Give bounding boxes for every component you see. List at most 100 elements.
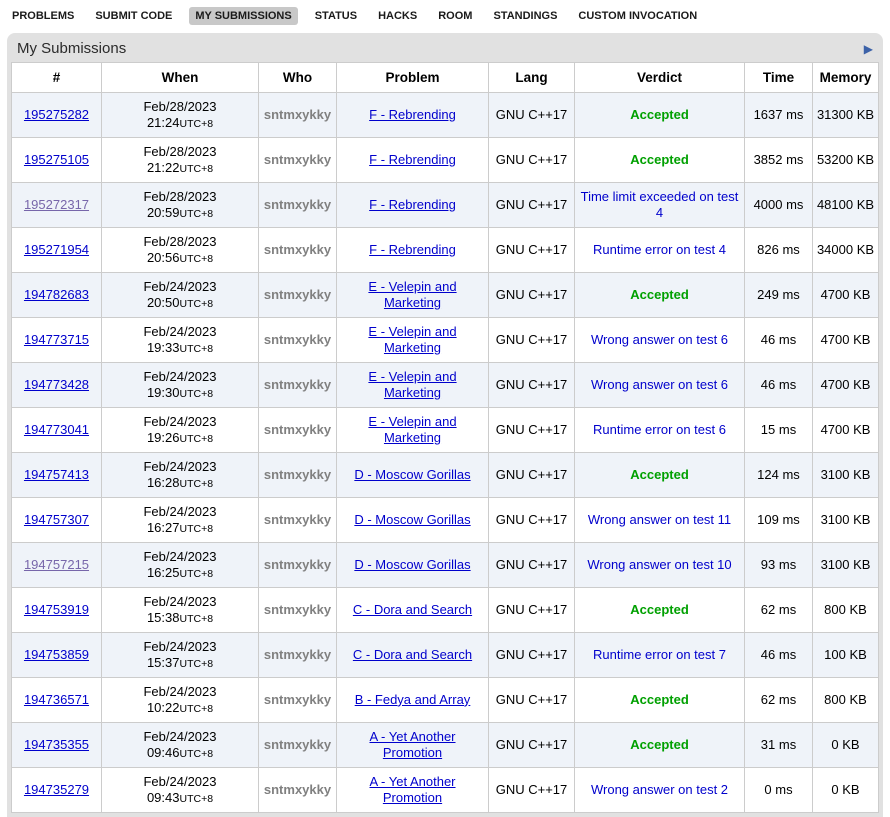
user-link[interactable]: sntmxykky <box>264 332 331 347</box>
timezone-label: UTC+8 <box>179 613 213 625</box>
cell-verdict: Wrong answer on test 6 <box>575 318 745 363</box>
cell-who: sntmxykky <box>259 138 337 183</box>
user-link[interactable]: sntmxykky <box>264 602 331 617</box>
submission-time: 10:22UTC+8 <box>105 700 255 717</box>
submission-id-link[interactable]: 195275282 <box>24 107 89 122</box>
submission-id-link[interactable]: 194735279 <box>24 782 89 797</box>
user-link[interactable]: sntmxykky <box>264 152 331 167</box>
nav-item-my-submissions[interactable]: MY SUBMISSIONS <box>189 7 297 25</box>
submission-id-link[interactable]: 194757307 <box>24 512 89 527</box>
time-value: 21:22 <box>147 160 180 175</box>
user-link[interactable]: sntmxykky <box>264 377 331 392</box>
timezone-label: UTC+8 <box>179 163 213 175</box>
submission-id-link[interactable]: 194757215 <box>24 557 89 572</box>
problem-link[interactable]: E - Velepin and Marketing <box>368 324 456 356</box>
problem-link[interactable]: F - Rebrending <box>369 152 456 167</box>
section-title: My Submissions <box>17 40 126 57</box>
submission-id-link[interactable]: 194773041 <box>24 422 89 437</box>
cell-verdict: Runtime error on test 4 <box>575 228 745 273</box>
cell-when: Feb/24/202316:28UTC+8 <box>102 453 259 498</box>
cell-time: 31 ms <box>745 723 813 768</box>
submission-id-link[interactable]: 194753859 <box>24 647 89 662</box>
user-link[interactable]: sntmxykky <box>264 647 331 662</box>
submission-row: 194757307 Feb/24/202316:27UTC+8 sntmxykky D… <box>12 498 879 543</box>
submission-id-link[interactable]: 195271954 <box>24 242 89 257</box>
cell-memory: 800 KB <box>813 678 879 723</box>
submission-row: 194757413 Feb/24/202316:28UTC+8 sntmxykky D… <box>12 453 879 498</box>
problem-link[interactable]: D - Moscow Gorillas <box>354 557 470 572</box>
timezone-label: UTC+8 <box>179 433 213 445</box>
submission-id-link[interactable]: 194736571 <box>24 692 89 707</box>
cell-time: 109 ms <box>745 498 813 543</box>
cell-when: Feb/24/202316:27UTC+8 <box>102 498 259 543</box>
cell-id: 194757413 <box>12 453 102 498</box>
problem-link[interactable]: A - Yet Another Promotion <box>369 729 455 761</box>
cell-id: 194773428 <box>12 363 102 408</box>
cell-lang: GNU C++17 <box>489 273 575 318</box>
problem-link[interactable]: E - Velepin and Marketing <box>368 369 456 401</box>
nav-item-problems[interactable]: PROBLEMS <box>8 7 78 25</box>
submission-id-link[interactable]: 194735355 <box>24 737 89 752</box>
verdict-label: Wrong answer on test 6 <box>591 377 728 392</box>
submission-id-link[interactable]: 195275105 <box>24 152 89 167</box>
problem-link[interactable]: B - Fedya and Array <box>355 692 471 707</box>
nav-item-standings[interactable]: STANDINGS <box>489 7 561 25</box>
nav-item-hacks[interactable]: HACKS <box>374 7 421 25</box>
user-link[interactable]: sntmxykky <box>264 692 331 707</box>
time-value: 16:25 <box>147 565 180 580</box>
cell-who: sntmxykky <box>259 228 337 273</box>
problem-link[interactable]: F - Rebrending <box>369 197 456 212</box>
user-link[interactable]: sntmxykky <box>264 107 331 122</box>
user-link[interactable]: sntmxykky <box>264 287 331 302</box>
submission-id-link[interactable]: 195272317 <box>24 197 89 212</box>
user-link[interactable]: sntmxykky <box>264 557 331 572</box>
user-link[interactable]: sntmxykky <box>264 422 331 437</box>
nav-item-status[interactable]: STATUS <box>311 7 361 25</box>
cell-who: sntmxykky <box>259 408 337 453</box>
submission-date: Feb/24/2023 <box>105 504 255 521</box>
problem-link[interactable]: A - Yet Another Promotion <box>369 774 455 806</box>
cell-when: Feb/24/202310:22UTC+8 <box>102 678 259 723</box>
problem-link[interactable]: E - Velepin and Marketing <box>368 414 456 446</box>
submission-id-link[interactable]: 194753919 <box>24 602 89 617</box>
user-link[interactable]: sntmxykky <box>264 737 331 752</box>
problem-link[interactable]: F - Rebrending <box>369 242 456 257</box>
time-value: 20:50 <box>147 295 180 310</box>
cell-memory: 31300 KB <box>813 93 879 138</box>
cell-time: 249 ms <box>745 273 813 318</box>
cell-when: Feb/24/202309:46UTC+8 <box>102 723 259 768</box>
submission-id-link[interactable]: 194757413 <box>24 467 89 482</box>
cell-lang: GNU C++17 <box>489 498 575 543</box>
problem-link[interactable]: C - Dora and Search <box>353 647 472 662</box>
user-link[interactable]: sntmxykky <box>264 242 331 257</box>
submission-id-link[interactable]: 194773428 <box>24 377 89 392</box>
cell-problem: F - Rebrending <box>337 228 489 273</box>
problem-link[interactable]: D - Moscow Gorillas <box>354 467 470 482</box>
nav-item-custom-invocation[interactable]: CUSTOM INVOCATION <box>574 7 701 25</box>
nav-item-room[interactable]: ROOM <box>434 7 476 25</box>
submission-row: 194753919Feb/24/202315:38UTC+8sntmxykkyC… <box>12 588 879 633</box>
problem-link[interactable]: C - Dora and Search <box>353 602 472 617</box>
nav-item-submit-code[interactable]: SUBMIT CODE <box>91 7 176 25</box>
user-link[interactable]: sntmxykky <box>264 512 331 527</box>
cell-lang: GNU C++17 <box>489 318 575 363</box>
user-link[interactable]: sntmxykky <box>264 197 331 212</box>
user-link[interactable]: sntmxykky <box>264 467 331 482</box>
cell-when: Feb/24/202319:26UTC+8 <box>102 408 259 453</box>
verdict-label: Accepted <box>630 467 689 482</box>
problem-link[interactable]: E - Velepin and Marketing <box>368 279 456 311</box>
user-link[interactable]: sntmxykky <box>264 782 331 797</box>
submission-time: 19:26UTC+8 <box>105 430 255 447</box>
cell-when: Feb/24/202319:33UTC+8 <box>102 318 259 363</box>
cell-memory: 3100 KB <box>813 543 879 588</box>
cell-problem: C - Dora and Search <box>337 588 489 633</box>
expand-arrow-icon[interactable]: ▶ <box>864 43 875 55</box>
cell-id: 194735355 <box>12 723 102 768</box>
submission-id-link[interactable]: 194773715 <box>24 332 89 347</box>
cell-time: 46 ms <box>745 633 813 678</box>
submission-id-link[interactable]: 194782683 <box>24 287 89 302</box>
timezone-label: UTC+8 <box>179 748 213 760</box>
problem-link[interactable]: F - Rebrending <box>369 107 456 122</box>
problem-link[interactable]: D - Moscow Gorillas <box>354 512 470 527</box>
cell-problem: B - Fedya and Array <box>337 678 489 723</box>
